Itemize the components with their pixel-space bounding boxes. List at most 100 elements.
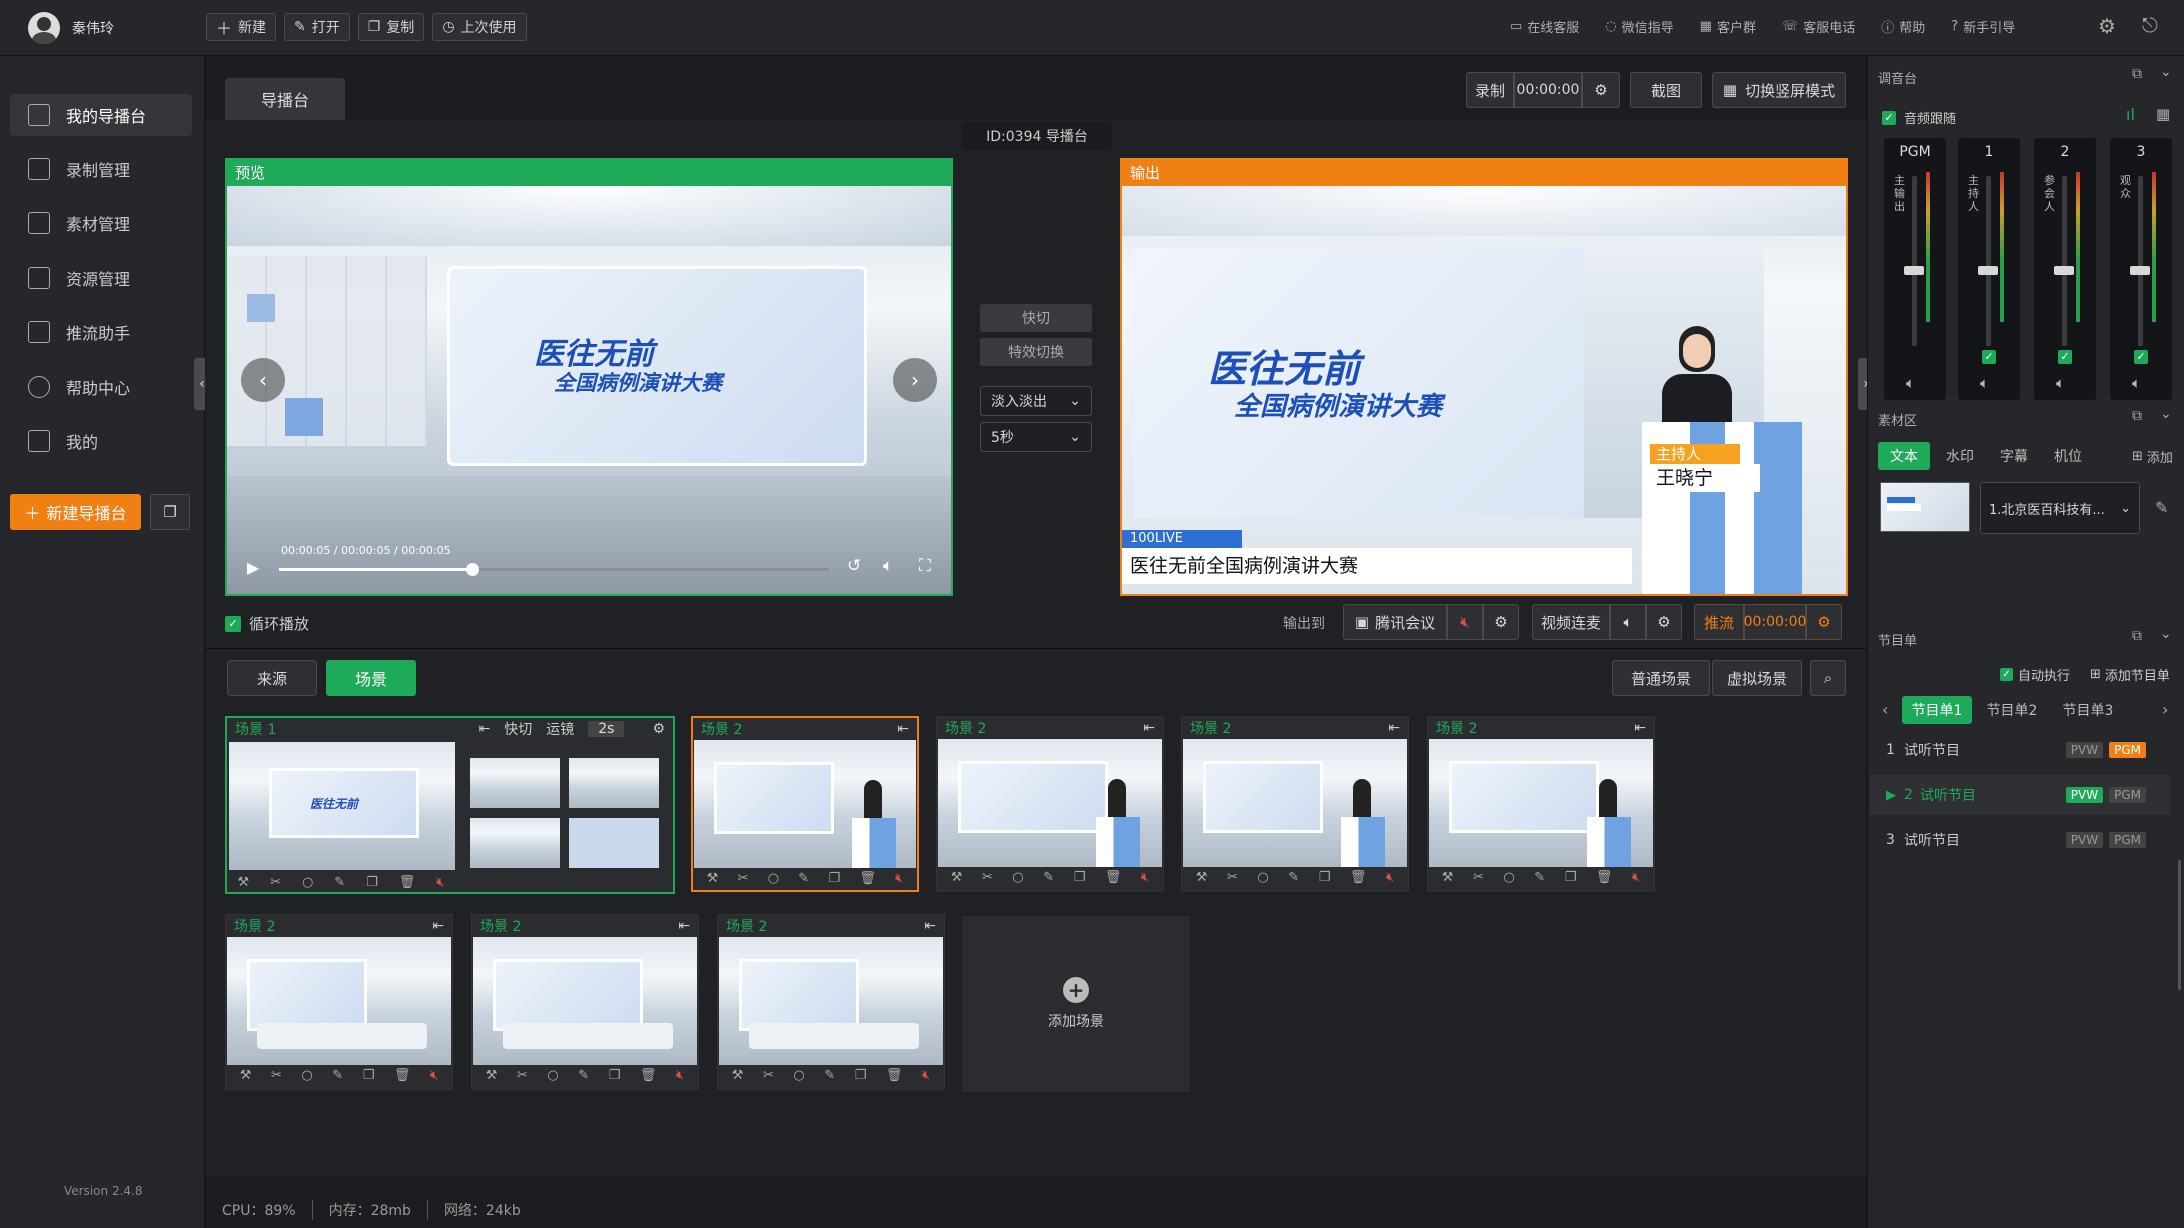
delete-icon[interactable]: 🗑︎ xyxy=(859,871,876,886)
edit-icon[interactable]: ✎ xyxy=(578,1068,589,1083)
chevron-left-icon[interactable]: ‹ xyxy=(1882,700,1888,719)
pvw-badge[interactable]: PVW xyxy=(2065,742,2104,758)
material-thumbnail[interactable] xyxy=(1880,482,1970,532)
speaker-icon[interactable]: 🔈︎ xyxy=(2132,374,2141,392)
wrench-icon[interactable]: ⚒ xyxy=(486,1068,498,1083)
record-button[interactable]: 录制 xyxy=(1466,72,1514,108)
open-button[interactable]: ✎ 打开 xyxy=(284,13,350,41)
sidebar-item-material[interactable]: 素材管理 xyxy=(10,202,192,244)
sidebar-item-resource[interactable]: 资源管理 xyxy=(10,257,192,299)
pvw-badge[interactable]: PVW xyxy=(2065,787,2104,803)
duplicate-button[interactable]: ❐ xyxy=(150,494,190,530)
push-button[interactable]: 推流 xyxy=(1694,604,1744,640)
cut-icon[interactable]: ✂ xyxy=(982,870,993,885)
popout-icon[interactable]: ⧉ xyxy=(2132,66,2142,82)
copy-icon[interactable]: ❐ xyxy=(1074,870,1086,885)
video-call-settings-button[interactable]: ⚙ xyxy=(1646,604,1682,640)
transition-select[interactable]: 淡入淡出 ⌄ xyxy=(980,386,1092,416)
pvw-badge[interactable]: PVW xyxy=(2065,832,2104,848)
program-row-2[interactable]: ▶ 2 试听节目 PVW PGM xyxy=(1870,775,2170,815)
chevron-down-icon[interactable]: ⌄ xyxy=(2160,64,2172,80)
exit-icon[interactable]: ⇤ xyxy=(1388,720,1400,736)
prev-arrow[interactable]: ‹ xyxy=(241,358,285,402)
preview-video[interactable]: 医往无前 全国病例演讲大赛 ‹ › 00:00:05 / 00:00:05 / … xyxy=(227,186,951,594)
program-tab-1[interactable]: 节目单1 xyxy=(1902,696,1972,724)
edit-icon[interactable]: ✎ xyxy=(334,875,345,890)
mute-icon[interactable]: 🔇︎ xyxy=(922,1068,930,1083)
loop-icon[interactable]: ○ xyxy=(1503,870,1514,885)
material-tab-text[interactable]: 文本 xyxy=(1878,442,1930,470)
exit-icon[interactable]: ⇤ xyxy=(897,721,909,737)
guide-link[interactable]: ? 新手引导 xyxy=(1951,17,2015,36)
mute-icon[interactable]: 🔇︎ xyxy=(676,1068,684,1083)
wrench-icon[interactable]: ⚒ xyxy=(240,1068,252,1083)
wrench-icon[interactable]: ⚒ xyxy=(237,875,249,890)
volume-knob[interactable] xyxy=(2130,266,2150,275)
edit-icon[interactable]: ✎ xyxy=(1043,870,1054,885)
mode-quick-cut[interactable]: 快切 xyxy=(504,719,532,739)
program-tab-3[interactable]: 节目单3 xyxy=(2052,700,2124,720)
exit-icon[interactable]: ⇤ xyxy=(432,918,444,934)
virtual-scene-button[interactable]: 虚拟场景 xyxy=(1712,660,1802,696)
edit-icon[interactable]: ✎ xyxy=(1288,870,1299,885)
edit-icon[interactable]: ✎ xyxy=(1534,870,1545,885)
material-tab-watermark[interactable]: 水印 xyxy=(1936,446,1984,466)
wrench-icon[interactable]: ⚒ xyxy=(1442,870,1454,885)
pgm-badge[interactable]: PGM xyxy=(2109,787,2146,803)
cut-icon[interactable]: ✂ xyxy=(1227,870,1238,885)
add-program-button[interactable]: ⊞ 添加节目单 xyxy=(2090,665,2170,684)
volume-slider[interactable] xyxy=(1912,176,1917,346)
effect-switch-button[interactable]: 特效切换 xyxy=(980,338,1092,366)
volume-slider[interactable] xyxy=(2062,176,2067,346)
grid-icon[interactable]: ▦ xyxy=(2156,105,2170,123)
video-call-button[interactable]: 视频连麦 xyxy=(1532,604,1610,640)
edit-icon[interactable]: ✎ xyxy=(332,1068,343,1083)
scene-card[interactable]: 场景 2 ⇤ ⚒ ✂ ○ ✎ ❐ 🗑︎ 🔇︎ xyxy=(717,914,945,1090)
play-icon[interactable]: ▶ xyxy=(247,558,259,577)
bars-icon[interactable]: ıl xyxy=(2126,105,2135,124)
chevron-down-icon[interactable]: ⌄ xyxy=(2160,406,2172,422)
volume-knob[interactable] xyxy=(2054,266,2074,275)
scene-group-1[interactable]: 场景 1 ⇤ 快切 运镜 2s ⚙ 医往无前 ⚒ ✂ ○ ✎ ❐ 🗑︎ 🔇︎ xyxy=(225,716,675,894)
settings-icon[interactable]: ⚙ xyxy=(2098,14,2116,38)
help-link[interactable]: ⓘ 帮助 xyxy=(1881,17,1925,36)
cut-icon[interactable]: ✂ xyxy=(763,1068,774,1083)
push-settings-button[interactable]: ⚙ xyxy=(1806,604,1842,640)
mute-icon[interactable]: 🔇︎ xyxy=(430,1068,438,1083)
edit-icon[interactable]: ✎ xyxy=(824,1068,835,1083)
quick-cut-button[interactable]: 快切 xyxy=(980,304,1092,332)
mute-icon[interactable]: 🔇︎ xyxy=(1141,870,1149,885)
tab-scene[interactable]: 场景 xyxy=(326,660,416,696)
delete-icon[interactable]: 🗑︎ xyxy=(1105,870,1122,885)
progress-bar[interactable] xyxy=(279,563,829,576)
scrollbar[interactable] xyxy=(2178,860,2181,990)
online-service-link[interactable]: ▭ 在线客服 xyxy=(1510,17,1579,36)
scene-card[interactable]: 场景 2 ⇤ ⚒ ✂ ○ ✎ ❐ 🗑︎ 🔇︎ xyxy=(1427,716,1655,892)
group-duration[interactable]: 2s xyxy=(588,721,625,737)
screenshot-button[interactable]: 截图 xyxy=(1630,72,1702,108)
delete-icon[interactable]: 🗑︎ xyxy=(886,1068,903,1083)
wrench-icon[interactable]: ⚒ xyxy=(732,1068,744,1083)
copy-icon[interactable]: ❐ xyxy=(1565,870,1577,885)
scene-card[interactable]: 场景 2 ⇤ ⚒ ✂ ○ ✎ ❐ 🗑︎ 🔇︎ xyxy=(225,914,453,1090)
replay-icon[interactable]: ↺ xyxy=(847,556,861,576)
cut-icon[interactable]: ✂ xyxy=(270,875,281,890)
loop-icon[interactable]: ○ xyxy=(547,1068,558,1083)
auto-exec-checkbox[interactable]: ✓ 自动执行 xyxy=(2000,665,2070,684)
director-tab[interactable]: 导播台 xyxy=(225,78,345,120)
material-add-button[interactable]: ⊞ 添加 xyxy=(2132,447,2173,466)
volume-knob[interactable] xyxy=(1904,266,1924,275)
popout-icon[interactable]: ⧉ xyxy=(2132,408,2142,424)
program-tab-2[interactable]: 节目单2 xyxy=(1976,700,2048,720)
channel-checkbox[interactable]: ✓ xyxy=(1982,350,1996,364)
tencent-settings-button[interactable]: ⚙ xyxy=(1483,604,1519,640)
scene-group-sub-3[interactable] xyxy=(470,818,560,868)
exit-icon[interactable]: ⇤ xyxy=(924,918,936,934)
normal-scene-button[interactable]: 普通场景 xyxy=(1612,660,1710,696)
avatar[interactable] xyxy=(28,12,60,44)
customer-group-link[interactable]: ▦ 客户群 xyxy=(1700,17,1756,36)
fullscreen-icon[interactable]: ⛶ xyxy=(919,556,931,576)
sidebar-item-stream[interactable]: 推流助手 xyxy=(10,311,192,353)
mute-icon[interactable]: 🔇︎ xyxy=(895,871,903,886)
video-call-volume-button[interactable]: 🔈︎ xyxy=(1610,604,1646,640)
